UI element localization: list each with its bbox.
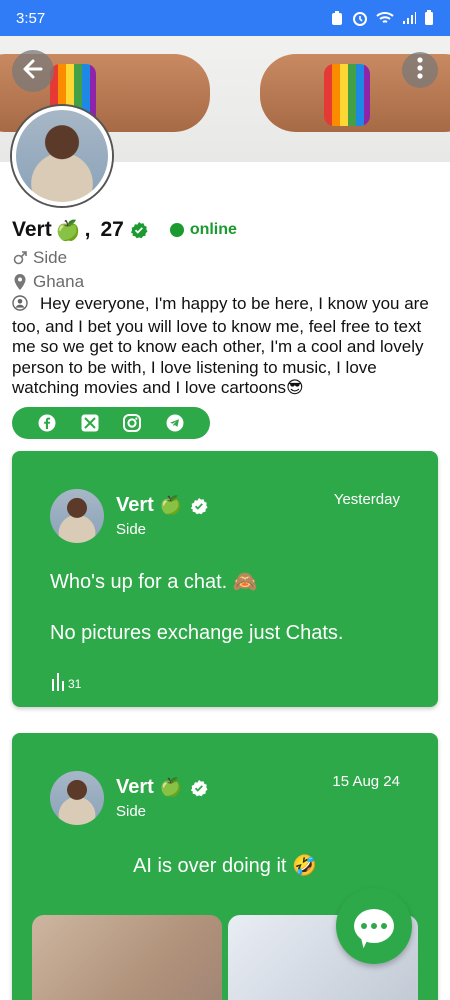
post-date: 15 Aug 24 xyxy=(332,773,400,790)
location-text: Ghana xyxy=(33,272,85,291)
gender-text: Side xyxy=(33,248,68,267)
verified-badge-icon xyxy=(130,221,148,239)
views-chart-icon xyxy=(52,673,64,691)
post-header: Vert 🍏 Side xyxy=(50,771,208,825)
verified-badge-icon xyxy=(190,497,208,515)
post-avatar[interactable] xyxy=(50,771,104,825)
post-author-name-row: Vert 🍏 xyxy=(116,776,208,799)
profile-bio: Hey everyone, I'm happy to be here, I kn… xyxy=(12,294,438,399)
post-header: Vert 🍏 Side xyxy=(50,489,208,543)
more-options-button[interactable] xyxy=(402,52,438,88)
name-separator: , xyxy=(84,218,91,241)
wifi-icon xyxy=(376,11,394,25)
cover-right-bracelet xyxy=(324,64,370,126)
instagram-icon[interactable] xyxy=(123,413,142,432)
status-bar: 3:57 xyxy=(0,0,450,36)
signal-icon xyxy=(402,11,416,25)
post-date: Yesterday xyxy=(333,491,400,508)
battery-icon xyxy=(424,10,434,26)
user-circle-icon xyxy=(12,295,28,317)
chat-fab-button[interactable] xyxy=(336,888,412,964)
status-icons xyxy=(330,10,434,26)
facebook-icon[interactable] xyxy=(38,414,56,432)
post-views-count: 31 xyxy=(68,677,82,691)
social-links-bar xyxy=(12,406,210,439)
profile-emoji: 🍏 xyxy=(55,219,81,242)
post-image[interactable] xyxy=(32,915,222,1000)
post-views: 31 xyxy=(52,673,81,691)
profile-avatar[interactable] xyxy=(12,106,112,206)
profile-age: 27 xyxy=(100,218,124,241)
chat-bubble-icon xyxy=(354,909,394,943)
male-icon xyxy=(12,251,28,265)
battery-saver-icon xyxy=(330,10,344,26)
arrow-left-icon xyxy=(21,57,45,86)
verified-badge-icon xyxy=(190,779,208,797)
location-pin-icon xyxy=(12,274,28,290)
status-time: 3:57 xyxy=(16,9,46,27)
back-button[interactable] xyxy=(12,50,54,92)
post-author-gender: Side xyxy=(116,521,147,538)
x-icon[interactable] xyxy=(81,414,99,432)
post-text-line-2: No pictures exchange just Chats. xyxy=(50,622,344,644)
post-author-name: Vert xyxy=(116,494,154,516)
bio-text: Hey everyone, I'm happy to be here, I kn… xyxy=(12,294,429,397)
alarm-icon xyxy=(352,10,368,26)
post-author: Vert 🍏 Side xyxy=(116,494,208,538)
online-indicator xyxy=(169,223,184,237)
more-vertical-icon xyxy=(417,56,423,84)
post-text: AI is over doing it 🤣 xyxy=(133,855,317,877)
post-card[interactable]: Vert 🍏 Side Yesterday Who's up for a cha… xyxy=(12,451,438,707)
post-author-name: Vert xyxy=(116,776,154,798)
post-author: Vert 🍏 Side xyxy=(116,776,208,820)
profile-name: Vert xyxy=(12,218,52,241)
post-text-line-1: Who's up for a chat. 🙈 xyxy=(50,571,258,593)
post-author-name-row: Vert 🍏 xyxy=(116,494,208,517)
gender-row: Side xyxy=(12,246,438,270)
post-author-emoji: 🍏 xyxy=(159,777,183,797)
online-status: online xyxy=(189,221,237,238)
profile-name-row: Vert 🍏 , 27 online xyxy=(12,214,438,246)
post-author-emoji: 🍏 xyxy=(159,495,183,515)
profile-info: Vert 🍏 , 27 online Side Ghana Hey everyo… xyxy=(12,214,438,439)
post-avatar[interactable] xyxy=(50,489,104,543)
telegram-icon[interactable] xyxy=(166,414,184,432)
location-row: Ghana xyxy=(12,270,438,294)
post-author-gender: Side xyxy=(116,803,147,820)
